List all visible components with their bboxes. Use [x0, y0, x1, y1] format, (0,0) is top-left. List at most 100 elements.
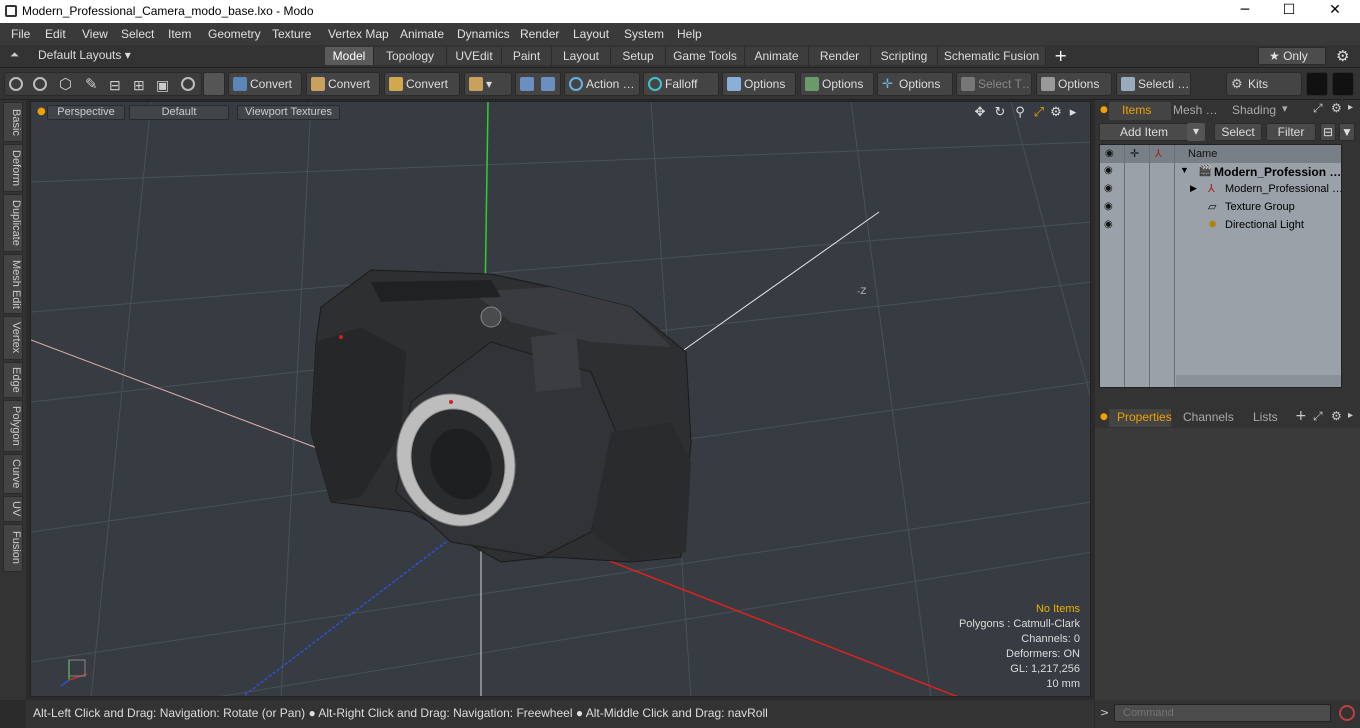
falloff-button[interactable]: Falloff: [643, 72, 719, 96]
expand-panel-icon[interactable]: ⤢: [1313, 409, 1323, 424]
pan-icon[interactable]: ✥: [972, 105, 988, 121]
record-macro-icon[interactable]: [1339, 705, 1355, 721]
props-menu-icon[interactable]: ●: [1100, 412, 1108, 422]
select-button[interactable]: Select: [1214, 123, 1262, 141]
transform-options-button[interactable]: ✛ Options: [877, 72, 953, 96]
item-type-column-icon[interactable]: ⅄: [1155, 147, 1162, 160]
menu-layout[interactable]: Layout: [573, 27, 609, 41]
visibility-eye-icon[interactable]: ◉: [1104, 183, 1118, 195]
convert-button-3[interactable]: Convert: [384, 72, 460, 96]
tab-render[interactable]: Render: [809, 47, 871, 65]
expand-panel-icon[interactable]: ⤢: [1313, 101, 1323, 116]
menu-dynamics[interactable]: Dynamics: [457, 27, 510, 41]
tab-setup[interactable]: Setup: [611, 47, 666, 65]
only-toggle[interactable]: ★ Only: [1258, 47, 1326, 65]
funnel-icon[interactable]: ▼: [1339, 123, 1355, 141]
tab-items[interactable]: Items: [1122, 103, 1151, 120]
name-column-header[interactable]: Name: [1188, 148, 1217, 160]
menu-texture[interactable]: Texture: [272, 27, 311, 41]
maximize-viewport-icon[interactable]: ⤢: [1031, 105, 1047, 121]
polygons-mode-icon[interactable]: ⬡: [59, 74, 72, 95]
tab-lists[interactable]: Lists: [1253, 410, 1278, 427]
viewport-textures-button[interactable]: Viewport Textures: [237, 105, 340, 120]
kits-button[interactable]: ⚙ Kits: [1226, 72, 1302, 96]
default-layouts-dropdown[interactable]: Default Layouts ▾: [38, 48, 131, 62]
action-center-button[interactable]: Action …: [564, 72, 640, 96]
pivot-mode-icon[interactable]: ⊞: [133, 74, 145, 95]
panel-gear-icon[interactable]: ⚙: [1331, 101, 1342, 115]
panel-gear-icon[interactable]: ⚙: [1331, 409, 1342, 423]
add-item-dropdown-icon[interactable]: ▾: [1187, 123, 1205, 141]
add-tab-icon[interactable]: +: [1295, 408, 1307, 424]
work-plane-options-button[interactable]: Options: [800, 72, 874, 96]
tab-channels[interactable]: Channels: [1183, 410, 1234, 427]
menu-animate[interactable]: Animate: [400, 27, 444, 41]
filter-button[interactable]: Filter: [1266, 123, 1316, 141]
menu-select[interactable]: Select: [121, 27, 154, 41]
select-through-button[interactable]: Select T…: [956, 72, 1032, 96]
materials-mode-icon[interactable]: ⊟: [109, 74, 121, 95]
panel-arrow-icon[interactable]: ▸: [1348, 410, 1353, 421]
menu-view[interactable]: View: [82, 27, 108, 41]
menu-vertex-map[interactable]: Vertex Map: [328, 27, 389, 41]
panel-arrow-icon[interactable]: ▸: [1348, 102, 1353, 113]
tab-topology[interactable]: Topology: [374, 47, 447, 65]
list-item-directional-light[interactable]: ◉ ✹ Directional Light: [1100, 217, 1341, 235]
expand-arrow-icon[interactable]: ▶: [1190, 183, 1197, 194]
tab-shading[interactable]: Shading: [1232, 103, 1276, 120]
panel-menu-icon[interactable]: ●: [1100, 105, 1108, 115]
menu-render[interactable]: Render: [520, 27, 559, 41]
rotate-icon[interactable]: ↻: [992, 105, 1008, 121]
vertices-mode-icon[interactable]: [9, 77, 23, 91]
tab-dropdown-icon[interactable]: ▾: [1282, 102, 1288, 115]
visibility-eye-icon[interactable]: ◉: [1104, 201, 1118, 213]
tab-polygon[interactable]: Polygon: [3, 400, 23, 452]
gear-icon[interactable]: ⚙: [1336, 47, 1349, 65]
center-mode-icon[interactable]: ▣: [156, 74, 169, 95]
maximize-button[interactable]: ☐: [1266, 2, 1312, 20]
menu-geometry[interactable]: Geometry: [208, 27, 261, 41]
tab-mesh[interactable]: Mesh …: [1173, 103, 1218, 120]
add-tab-icon[interactable]: +: [1054, 46, 1067, 65]
minimize-button[interactable]: ─: [1222, 2, 1268, 20]
tab-basic[interactable]: Basic: [3, 102, 23, 142]
zoom-icon[interactable]: ⚲: [1012, 105, 1028, 121]
tab-animate[interactable]: Animate: [745, 47, 809, 65]
convert-button-2[interactable]: Convert: [306, 72, 380, 96]
symmetry-options-button[interactable]: Options: [1036, 72, 1112, 96]
viewport-menu-icon[interactable]: ●: [37, 106, 46, 117]
tab-uvedit[interactable]: UVEdit: [447, 47, 502, 65]
visibility-column-icon[interactable]: ◉: [1105, 148, 1114, 159]
tab-schematic-fusion[interactable]: Schematic Fusion: [938, 47, 1046, 65]
items-mode-icon[interactable]: ✎: [85, 74, 98, 95]
snapping-options-button[interactable]: Options: [722, 72, 796, 96]
viewport-arrow-icon[interactable]: ▸: [1065, 105, 1081, 121]
tab-game-tools[interactable]: Game Tools: [666, 47, 745, 65]
unity-icon[interactable]: [1306, 72, 1328, 96]
shading-style-button[interactable]: Default: [129, 105, 229, 120]
visibility-eye-icon[interactable]: ◉: [1104, 165, 1118, 177]
list-item-texture-group[interactable]: ◉ ▱ Texture Group: [1100, 199, 1341, 217]
tab-fusion[interactable]: Fusion: [3, 524, 23, 572]
collapse-icon[interactable]: ⊟: [1320, 123, 1336, 141]
mesh-dropdown[interactable]: ▾: [464, 72, 512, 96]
tab-edge[interactable]: Edge: [3, 362, 23, 398]
tab-model[interactable]: Model: [325, 47, 374, 65]
menu-file[interactable]: File: [11, 27, 30, 41]
tab-deform[interactable]: Deform: [3, 144, 23, 192]
tab-properties[interactable]: Properties: [1117, 410, 1172, 427]
visibility-eye-icon[interactable]: ◉: [1104, 219, 1118, 231]
close-button[interactable]: ✕: [1312, 2, 1358, 20]
view-type-button[interactable]: Perspective: [47, 105, 125, 120]
menu-system[interactable]: System: [624, 27, 664, 41]
falloff-mode-icon[interactable]: [181, 77, 195, 91]
tab-curve[interactable]: Curve: [3, 454, 23, 494]
tab-scripting[interactable]: Scripting: [871, 47, 938, 65]
edges-mode-icon[interactable]: [33, 77, 47, 91]
symmetry-toggles[interactable]: [515, 72, 561, 96]
3d-viewport[interactable]: -Z ● Perspective Default Viewport Textur…: [30, 101, 1091, 697]
expand-arrow-icon[interactable]: ▼: [1180, 165, 1189, 175]
tab-vertex[interactable]: Vertex: [3, 316, 23, 360]
tab-paint[interactable]: Paint: [502, 47, 552, 65]
command-input[interactable]: [1114, 704, 1331, 722]
